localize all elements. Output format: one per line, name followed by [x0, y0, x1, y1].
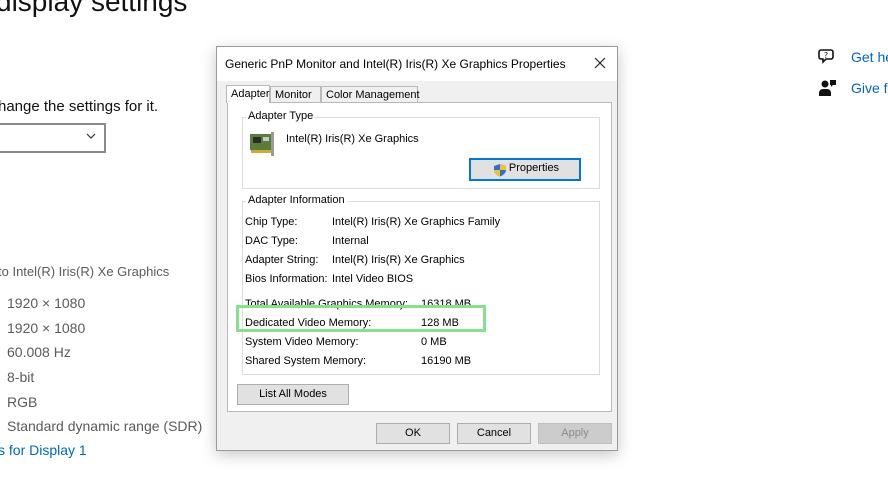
graphics-card-icon	[250, 132, 274, 156]
dac-type-key: DAC Type:	[245, 235, 298, 247]
tab-monitor[interactable]: Monitor	[270, 86, 321, 102]
page-title: display settings	[0, 0, 188, 17]
tab-color-management[interactable]: Color Management	[321, 86, 420, 102]
system-video-memory-row: System Video Memory: 0 MB	[245, 336, 447, 348]
bios-information-key: Bios Information:	[245, 273, 328, 285]
connected-to-label: to Intel(R) Iris(R) Xe Graphics	[0, 264, 170, 279]
adapter-string-key: Adapter String:	[245, 254, 319, 266]
shared-system-memory-key: Shared System Memory:	[245, 355, 367, 367]
adapter-name: Intel(R) Iris(R) Xe Graphics	[286, 133, 419, 145]
color-format-value: RGB	[7, 393, 38, 410]
adapter-string-row: Adapter String: Intel(R) Iris(R) Xe Grap…	[245, 254, 465, 266]
list-all-modes-button[interactable]: List All Modes	[237, 384, 349, 405]
close-icon[interactable]	[593, 56, 607, 70]
dialog-titlebar[interactable]: Generic PnP Monitor and Intel(R) Iris(R)…	[217, 47, 617, 81]
apply-button[interactable]: Apply	[538, 423, 612, 444]
uac-shield-icon	[494, 164, 506, 177]
system-video-memory-key: System Video Memory:	[245, 336, 359, 348]
adapter-information-group: Adapter Information Chip Type: Intel(R) …	[242, 194, 600, 375]
apply-label: Apply	[561, 427, 589, 439]
chip-type-key: Chip Type:	[245, 216, 298, 228]
display-select[interactable]	[0, 123, 106, 153]
shared-system-memory-row: Shared System Memory: 16190 MB	[245, 355, 471, 367]
bit-depth-value: 8-bit	[7, 369, 35, 386]
get-help-link[interactable]: ? Get he	[818, 47, 888, 67]
get-help-label: Get he	[851, 49, 888, 65]
bios-information-value: Intel Video BIOS	[332, 273, 414, 285]
adapter-type-label: Adapter Type	[246, 110, 316, 122]
give-feedback-label: Give f	[851, 80, 888, 96]
chevron-down-icon	[86, 133, 96, 139]
give-feedback-link[interactable]: Give f	[818, 78, 888, 98]
adapter-information-label: Adapter Information	[246, 194, 347, 206]
adapter-tab-panel: Adapter Type Intel(R) Iris(R) Xe Graphic…	[227, 102, 612, 412]
display-adapter-properties-link[interactable]: s for Display 1	[0, 442, 87, 458]
help-chat-icon: ?	[818, 49, 834, 64]
dac-type-value: Internal	[332, 235, 369, 247]
system-video-memory-value: 0 MB	[421, 336, 447, 348]
dac-type-row: DAC Type: Internal	[245, 235, 369, 247]
ok-label: OK	[405, 427, 421, 439]
dialog-title: Generic PnP Monitor and Intel(R) Iris(R)…	[225, 57, 566, 71]
refresh-rate-value: 60.008 Hz	[7, 344, 71, 361]
chip-type-value: Intel(R) Iris(R) Xe Graphics Family	[332, 216, 501, 228]
dedicated-memory-highlight	[236, 305, 486, 332]
display-description: hange the settings for it.	[0, 98, 159, 115]
tab-adapter[interactable]: Adapter	[226, 85, 270, 103]
color-space-value: Standard dynamic range (SDR)	[7, 418, 203, 435]
feedback-person-icon	[819, 80, 836, 96]
ok-button[interactable]: OK	[376, 423, 450, 444]
cancel-button[interactable]: Cancel	[457, 423, 531, 444]
list-all-modes-label: List All Modes	[259, 388, 327, 400]
adapter-properties-dialog: Generic PnP Monitor and Intel(R) Iris(R)…	[216, 46, 618, 451]
cancel-label: Cancel	[476, 427, 512, 439]
bios-information-row: Bios Information: Intel Video BIOS	[245, 273, 413, 285]
adapter-string-value: Intel(R) Iris(R) Xe Graphics	[332, 254, 465, 266]
shared-system-memory-value: 16190 MB	[421, 355, 472, 367]
adapter-type-group: Adapter Type Intel(R) Iris(R) Xe Graphic…	[242, 110, 600, 189]
desktop-resolution-value: 1920 × 1080	[7, 295, 86, 311]
svg-text:?: ?	[824, 51, 828, 60]
active-signal-resolution-value: 1920 × 1080	[7, 319, 86, 336]
display-info-values: 1920 × 1080 1920 × 1080 60.008 Hz 8-bit …	[7, 294, 202, 442]
chip-type-row: Chip Type: Intel(R) Iris(R) Xe Graphics …	[245, 216, 500, 228]
properties-button[interactable]: Properties	[469, 158, 581, 181]
